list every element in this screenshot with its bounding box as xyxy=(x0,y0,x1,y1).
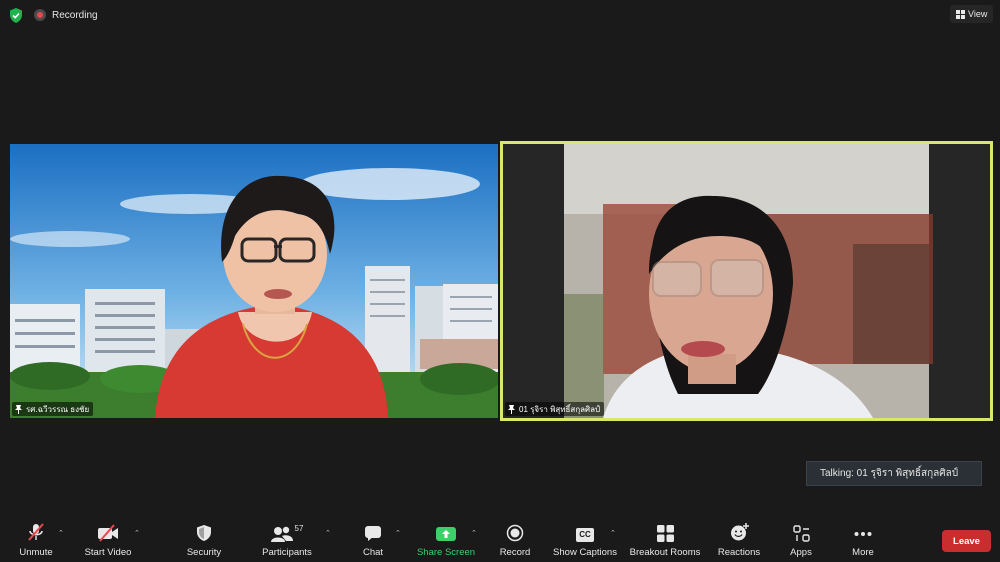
reactions-smiley-icon xyxy=(730,520,749,542)
participants-button[interactable]: 57 Participants xyxy=(258,520,316,562)
shield-check-icon[interactable] xyxy=(9,8,23,23)
security-button[interactable]: Security xyxy=(184,520,224,562)
participant-name-tag: รศ.ฉวีวรรณ ธงชัย xyxy=(12,402,94,416)
reactions-button[interactable]: Reactions xyxy=(716,520,762,562)
show-captions-button[interactable]: CC Show Captions xyxy=(552,520,618,562)
record-icon xyxy=(506,520,524,542)
more-button[interactable]: More xyxy=(846,520,880,562)
video-camera-off-icon xyxy=(97,520,119,542)
show-captions-label: Show Captions xyxy=(553,547,617,558)
record-label: Record xyxy=(499,547,531,558)
participant-name: 01 รุจิรา พิสุทธิ์สกุลศิลป์ xyxy=(519,404,601,414)
breakout-rooms-button[interactable]: Breakout Rooms xyxy=(628,520,702,562)
unmute-button[interactable]: Unmute xyxy=(14,520,58,562)
audio-options-caret-icon[interactable]: ⌃ xyxy=(58,529,64,537)
breakout-rooms-label: Breakout Rooms xyxy=(629,547,701,558)
breakout-rooms-icon xyxy=(656,520,674,542)
start-video-button[interactable]: Start Video xyxy=(82,520,134,562)
closed-captions-icon: CC xyxy=(576,520,594,542)
captions-icon-text: CC xyxy=(576,528,594,542)
leave-button[interactable]: Leave xyxy=(942,530,991,552)
apps-button[interactable]: Apps xyxy=(786,520,816,562)
more-dots-icon xyxy=(854,520,872,542)
captions-options-caret-icon[interactable]: ⌃ xyxy=(610,529,616,537)
share-screen-button[interactable]: Share Screen xyxy=(415,520,477,562)
participants-count: 57 xyxy=(294,524,304,533)
talking-indicator: Talking: 01 รุจิรา พิสุทธิ์สกุลศิลป์ xyxy=(806,461,982,486)
chat-button[interactable]: Chat xyxy=(357,520,389,562)
top-bar: Recording View xyxy=(0,0,1000,30)
security-label: Security xyxy=(186,547,222,558)
share-screen-label: Share Screen xyxy=(416,547,476,558)
chat-label: Chat xyxy=(362,547,384,558)
participant-2-video xyxy=(503,144,990,418)
start-video-label: Start Video xyxy=(84,547,132,558)
share-options-caret-icon[interactable]: ⌃ xyxy=(471,529,477,537)
grid-view-icon xyxy=(956,9,965,19)
record-button[interactable]: Record xyxy=(497,520,533,562)
chat-options-caret-icon[interactable]: ⌃ xyxy=(395,529,401,537)
video-options-caret-icon[interactable]: ⌃ xyxy=(134,529,140,537)
participants-icon: 57 xyxy=(270,520,304,542)
view-label: View xyxy=(968,9,988,19)
security-shield-icon xyxy=(196,520,212,542)
unmute-label: Unmute xyxy=(19,547,53,558)
meeting-toolbar: Unmute ⌃ Start Video ⌃ Security 57 Parti… xyxy=(0,520,1000,562)
video-tile-participant-1[interactable]: รศ.ฉวีวรรณ ธงชัย xyxy=(10,144,498,418)
recording-label: Recording xyxy=(52,9,98,21)
pin-icon xyxy=(508,404,515,414)
participant-1-video xyxy=(10,144,498,418)
pin-icon xyxy=(15,404,22,414)
participant-name: รศ.ฉวีวรรณ ธงชัย xyxy=(26,404,90,414)
participants-label: Participants xyxy=(262,547,312,558)
reactions-label: Reactions xyxy=(717,547,761,558)
chat-bubble-icon xyxy=(364,520,382,542)
share-screen-icon xyxy=(436,520,456,542)
participant-name-tag: 01 รุจิรา พิสุทธิ์สกุลศิลป์ xyxy=(505,402,605,416)
video-tile-participant-2[interactable]: 01 รุจิรา พิสุทธิ์สกุลศิลป์ xyxy=(500,141,993,421)
apps-icon xyxy=(792,520,810,542)
recording-indicator[interactable]: Recording xyxy=(34,9,98,21)
apps-label: Apps xyxy=(790,547,812,558)
microphone-muted-icon xyxy=(26,520,46,542)
recording-icon xyxy=(34,9,46,21)
participants-options-caret-icon[interactable]: ⌃ xyxy=(325,529,331,537)
view-button[interactable]: View xyxy=(950,5,994,23)
more-label: More xyxy=(852,547,874,558)
